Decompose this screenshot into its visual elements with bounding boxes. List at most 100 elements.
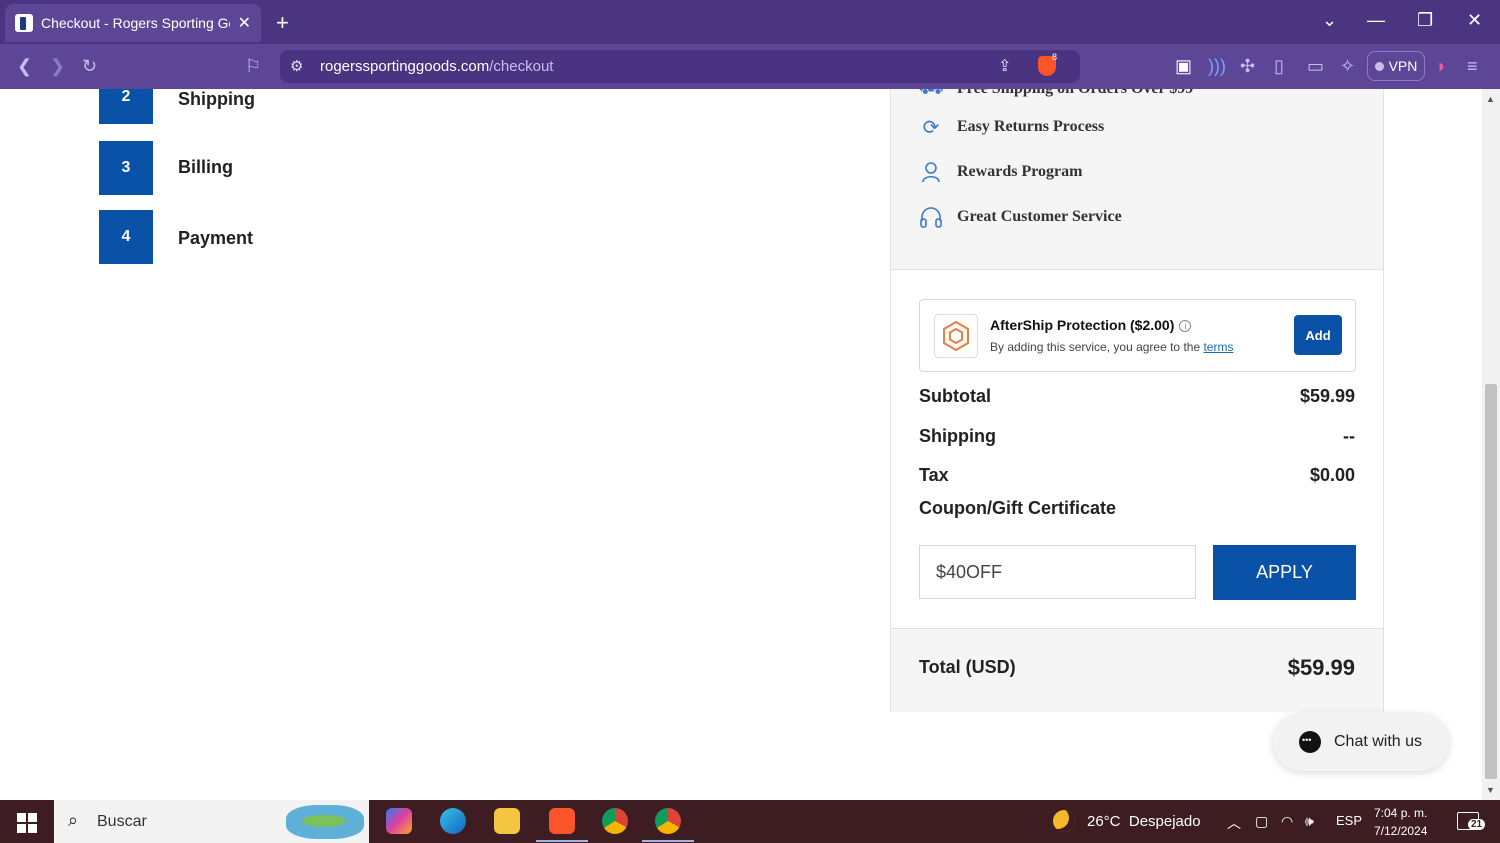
coupon-title: Coupon/Gift Certificate (919, 498, 1116, 518)
chrome-app-icon[interactable] (602, 808, 628, 834)
extension-app-icon[interactable]: ▣ (1175, 56, 1192, 77)
step-label-shipping: Shipping (178, 89, 255, 109)
site-favicon-icon (15, 14, 33, 32)
url-text[interactable]: rogerssportinggoods.com/checkout (320, 58, 553, 75)
step-badge-shipping: 2 (99, 89, 153, 124)
language-indicator[interactable]: ESP (1336, 813, 1362, 828)
share-icon[interactable]: ⇪ (998, 56, 1011, 76)
scrollbar-thumb[interactable] (1485, 384, 1497, 779)
scroll-down-icon[interactable]: ▼ (1486, 785, 1495, 795)
rewards-icon[interactable]: ◑ (1434, 56, 1445, 77)
chat-with-us-button[interactable]: Chat with us (1273, 713, 1449, 771)
notification-count: 21 (1468, 819, 1486, 830)
chat-label: Chat with us (1334, 733, 1423, 750)
headset-icon (917, 204, 945, 230)
vpn-button[interactable]: VPN (1367, 51, 1425, 81)
total-row: Total (USD) $59.99 (891, 628, 1383, 712)
chrome-profile-app-icon[interactable] (642, 808, 694, 842)
browser-toolbar: ❮ ❯ ↻ ⚐ ⚙ rogerssportinggoods.com/checko… (0, 44, 1500, 89)
step-label-billing: Billing (178, 157, 233, 177)
coupon-input[interactable] (919, 545, 1196, 599)
menu-icon[interactable]: ≡ (1467, 56, 1478, 77)
address-bar[interactable]: ⚙ rogerssportinggoods.com/checkout ⇪ 8 (280, 50, 1080, 83)
wifi-icon[interactable]: ◠ (1281, 813, 1293, 830)
aftership-subtitle: By adding this service, you agree to the… (990, 340, 1233, 354)
perk-customer-service: Great Customer Service (917, 204, 1122, 230)
sidebar-icon[interactable]: ▯ (1274, 56, 1284, 77)
step-badge-payment: 4 (99, 210, 153, 264)
weather-temp: 26°C (1087, 812, 1121, 830)
leo-ai-icon[interactable]: ✧ (1340, 56, 1355, 77)
apply-coupon-button[interactable]: APPLY (1213, 545, 1356, 600)
taskbar-search-box[interactable]: ⌕ Buscar (54, 800, 369, 843)
browser-tab-bar: Checkout - Rogers Sporting Go ✕ + ⌄ — ❐ … (0, 0, 1500, 44)
notifications-icon[interactable]: 21 (1457, 812, 1486, 830)
total-label: Total (USD) (919, 657, 1016, 677)
search-highlight-image (286, 805, 364, 839)
edge-app-icon[interactable] (440, 808, 466, 834)
windows-taskbar: ⌕ Buscar 26°C Despejado ︿ ▢ ◠ 🕪 ESP 7:04… (0, 800, 1500, 843)
weather-widget[interactable]: 26°C Despejado (1053, 810, 1201, 832)
meet-now-icon[interactable]: ▢ (1255, 813, 1268, 830)
copilot-app-icon[interactable] (386, 808, 412, 834)
volume-icon[interactable]: 🕪 (1305, 813, 1314, 830)
add-protection-button[interactable]: Add (1294, 315, 1342, 355)
user-icon (917, 159, 945, 185)
bookmark-icon[interactable]: ⚐ (245, 56, 261, 77)
clock[interactable]: 7:04 p. m. 7/12/2024 (1374, 804, 1427, 840)
subtotal-value: $59.99 (1299, 386, 1355, 406)
new-tab-icon[interactable]: + (276, 10, 289, 36)
show-hidden-icons-chevron-icon[interactable]: ︿ (1227, 813, 1241, 833)
file-explorer-icon[interactable] (494, 808, 520, 834)
total-value: $59.99 (1287, 655, 1355, 680)
search-icon: ⌕ (68, 810, 79, 830)
perk-rewards: Rewards Program (917, 159, 1082, 185)
shipping-label: Shipping (919, 426, 996, 446)
aftership-subtitle-text: By adding this service, you agree to the (990, 340, 1201, 354)
tax-value: $0.00 (1309, 465, 1355, 485)
back-icon[interactable]: ❮ (17, 56, 32, 77)
weather-desc: Despejado (1128, 812, 1201, 830)
clock-time: 7:04 p. m. (1374, 806, 1428, 820)
checkout-page: 2 Shipping 3 Billing 4 Payment ⛟ Free Sh… (0, 89, 1482, 800)
terms-link[interactable]: terms (1203, 340, 1233, 354)
perk-free-shipping: ⛟ Free Shipping on Orders Over $99 (917, 89, 1193, 102)
tab-title: Checkout - Rogers Sporting Go (41, 15, 230, 31)
forward-icon[interactable]: ❯ (50, 56, 65, 77)
shipping-value: -- (1343, 426, 1355, 446)
reload-icon[interactable]: ↻ (82, 56, 97, 77)
page-scrollbar[interactable]: ▲ ▼ (1482, 89, 1500, 800)
perk-text: Easy Returns Process (957, 118, 1105, 135)
moon-icon (1053, 810, 1075, 832)
subtotal-label: Subtotal (919, 386, 991, 406)
aftership-title: AfterShip Protection ($2.00) i (990, 317, 1192, 333)
minimize-icon[interactable]: — (1367, 10, 1385, 31)
close-tab-icon[interactable]: ✕ (238, 13, 251, 33)
extensions-puzzle-icon[interactable]: ✣ (1240, 56, 1255, 77)
search-placeholder: Buscar (97, 813, 147, 830)
browser-tab-checkout[interactable]: Checkout - Rogers Sporting Go ✕ (5, 4, 261, 42)
restore-icon[interactable]: ❐ (1417, 10, 1433, 31)
aftership-protection-card: AfterShip Protection ($2.00) i By adding … (919, 299, 1356, 372)
audio-extension-icon[interactable]: ))) (1208, 56, 1226, 77)
clock-date: 7/12/2024 (1374, 824, 1428, 838)
tab-search-chevron-icon[interactable]: ⌄ (1322, 10, 1337, 31)
site-settings-icon[interactable]: ⚙ (290, 57, 303, 75)
info-icon[interactable]: i (1179, 320, 1192, 332)
close-window-icon[interactable]: ✕ (1467, 10, 1482, 31)
truck-icon: ⛟ (917, 89, 945, 102)
returns-icon: ⟳ (922, 116, 940, 139)
wallet-icon[interactable]: ▭ (1307, 56, 1324, 77)
brave-app-icon[interactable] (536, 808, 588, 842)
step-badge-billing: 3 (99, 141, 153, 195)
perk-text: Rewards Program (957, 163, 1083, 180)
perk-text: Great Customer Service (957, 208, 1122, 225)
windows-start-icon[interactable] (17, 813, 37, 833)
url-host: rogerssportinggoods.com (320, 58, 490, 75)
order-summary: ⛟ Free Shipping on Orders Over $99 ⟳ Eas… (890, 89, 1384, 712)
aftership-title-text: AfterShip Protection ($2.00) (990, 317, 1175, 333)
tax-label: Tax (919, 465, 949, 485)
scroll-up-icon[interactable]: ▲ (1486, 94, 1495, 104)
url-path: /checkout (489, 58, 554, 75)
step-label-payment: Payment (178, 228, 254, 248)
